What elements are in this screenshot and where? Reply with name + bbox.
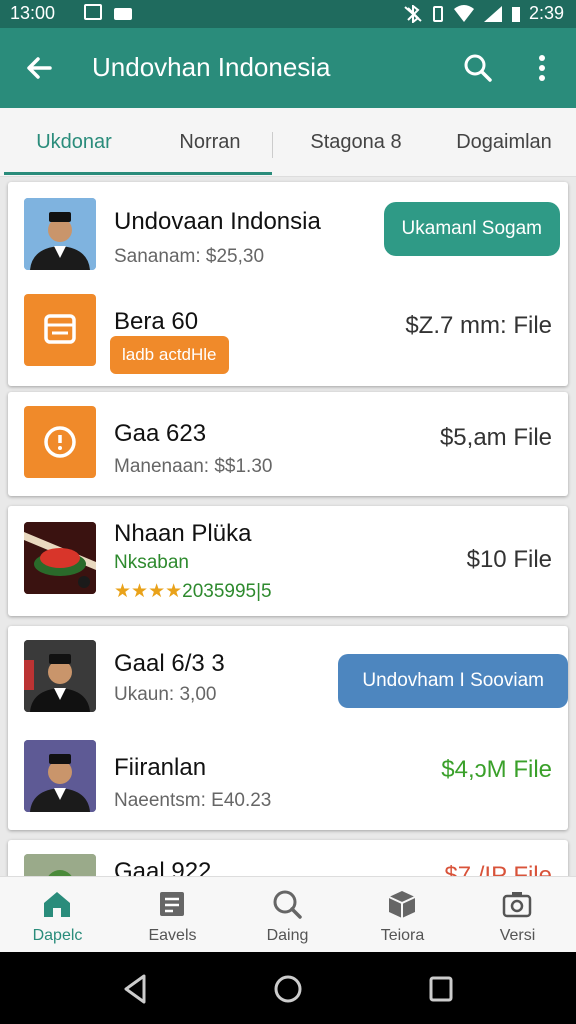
battery-icon [511,6,520,22]
avatar [24,640,96,712]
camera-icon [502,892,532,918]
item-price: $10 File [466,546,552,573]
item-price: $Z.7 mm: File [405,312,552,339]
more-vert-icon[interactable] [524,48,560,88]
notification-icon [84,4,102,20]
nav-label: Teiora [380,927,425,944]
page-title: Undovhan Indonesia [92,52,331,82]
nav-label: Daing [266,927,309,944]
action-button[interactable]: Ukamanl Sogam [383,202,560,256]
tab-ukdonar[interactable]: Ukdonar [0,108,148,176]
food-thumb [24,522,96,594]
nav-box[interactable]: Teiora [345,877,460,953]
clock-icon [44,426,76,458]
avatar [24,740,96,812]
list-item[interactable]: Fiiranlan Naeentsm: E40.23 $4,ɔM File [8,730,568,830]
item-title: Gaal 6/3 3 [114,650,225,677]
status-clock: 2:39 [528,3,564,23]
calendar-icon [44,314,76,344]
person-photo-icon [24,640,96,712]
box-icon [388,891,416,918]
nav-label: Versi [499,927,536,944]
list-card[interactable]: Nhaan Plüka Nksaban ★★★★2035995|5 $10 Fi… [8,506,568,616]
food-photo-icon [24,854,96,876]
avatar [24,198,96,270]
person-photo-icon [24,740,96,812]
item-subtitle: Ukaun: 3,00 [114,684,217,705]
search-icon [273,890,302,919]
item-title: Bera 60 [114,308,199,335]
bottom-navigation: Dapelc Eavels Daing Teiora Versi [0,876,576,953]
item-title: Gaa 623 [114,420,207,447]
list-card[interactable]: Gaa 623 Manenaan: $$1.30 $5,am File [8,392,568,496]
tab-divider [272,132,273,158]
app-bar: Undovhan Indonesia [0,28,576,108]
tab-bar: Ukdonar Norran Stagona 8 Dogaimlan [0,108,576,177]
item-subtitle: Sananam: $25,30 [114,246,265,267]
back-arrow-icon[interactable] [20,48,60,88]
item-title: Nhaan Plüka [114,520,252,547]
home-icon [44,892,70,917]
content-list: Undovaan Indonsia Sananam: $25,30 Ukaman… [0,176,576,876]
news-icon [160,892,184,916]
calendar-thumb [24,294,96,366]
list-card: Gaal 6/3 3 Ukaun: 3,00 Undovham I Soovia… [8,626,568,830]
rating-text: 2035995|5 [182,581,272,602]
list-card: Undovaan Indonsia Sananam: $25,30 Ukaman… [8,182,568,386]
item-price: $5,am File [439,424,552,451]
system-navigation-bar [0,952,576,1024]
list-item[interactable]: Gaal 6/3 3 Ukaun: 3,00 Undovham I Soovia… [8,626,568,726]
tab-indicator [4,172,272,175]
item-price: $4,ɔM File [441,756,552,783]
status-right: 2:39 [403,3,564,24]
tab-norran[interactable]: Norran [148,108,272,176]
bluetooth-off-icon [404,4,422,23]
status-bar: 13:00 2:39 [0,0,576,28]
clock-thumb [24,406,96,478]
list-item[interactable]: Undovaan Indonsia Sananam: $25,30 Ukaman… [8,182,568,280]
search-icon[interactable] [458,48,498,88]
item-title: Undovaan Indonsia [114,208,321,235]
list-card[interactable]: Gaal 922 $7 /IP File [8,840,568,876]
wifi-icon [453,4,474,22]
image-notification-icon [114,8,132,20]
nav-label: Dapelc [32,927,83,944]
recents-square-icon[interactable] [426,972,456,1006]
item-subtitle: Nksaban [114,552,189,573]
food-photo-icon [24,522,96,594]
signal-icon [483,5,502,22]
item-title: Fiiranlan [114,754,207,781]
status-time: 13:00 [10,3,56,23]
nav-home[interactable]: Dapelc [0,877,115,953]
star-rating-icon: ★★★★ [114,581,183,602]
back-triangle-icon[interactable] [120,972,150,1006]
list-item[interactable]: Bera 60 $Z.7 mm: File ladb actdHle [8,288,568,386]
item-tag: ladb actdHle [110,336,229,374]
rating: ★★★★2035995|5 [114,580,272,603]
person-photo-icon [24,198,96,270]
nav-label: Eavels [148,927,197,944]
tab-dogaimlan[interactable]: Dogaimlan [432,108,576,176]
home-circle-icon[interactable] [272,972,304,1006]
nav-camera[interactable]: Versi [460,877,575,953]
nav-events[interactable]: Eavels [115,877,230,953]
item-price: $7 /IP File [444,862,552,876]
tab-stagona[interactable]: Stagona 8 [280,108,432,176]
item-subtitle: Manenaan: $$1.30 [114,456,273,477]
item-title: Gaal 922 [114,858,212,876]
tooltip-bubble[interactable]: Undovham I Sooviam [338,654,568,708]
item-subtitle: Naeentsm: E40.23 [114,790,272,811]
notification-icons [84,4,132,20]
nav-search[interactable]: Daing [230,877,345,953]
food-thumb [24,854,96,876]
vibrate-icon [432,5,443,22]
